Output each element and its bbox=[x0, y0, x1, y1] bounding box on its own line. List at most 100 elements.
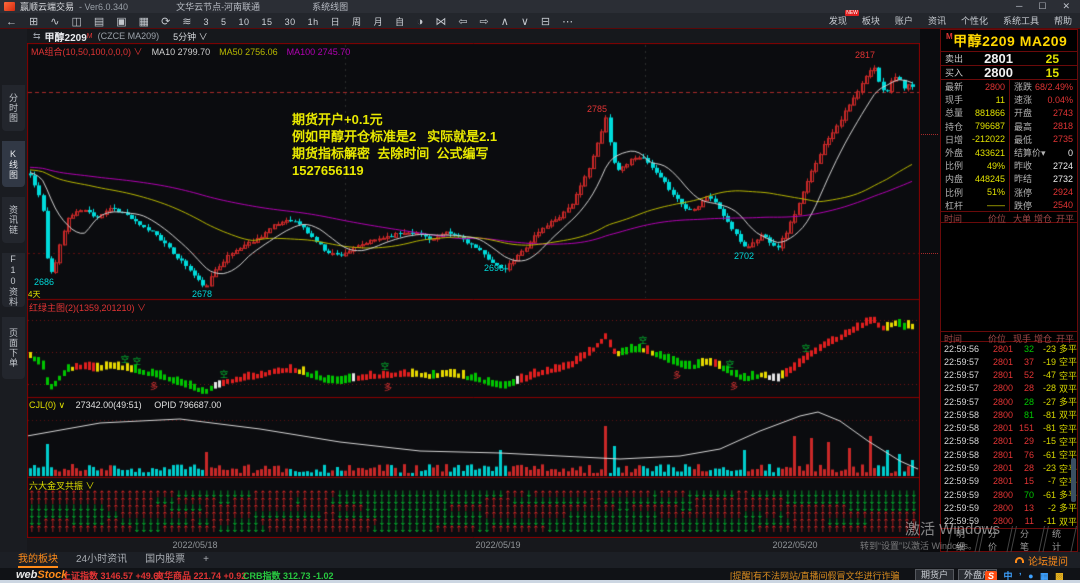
quote-field-value: -212022 bbox=[972, 134, 1005, 144]
new-badge: NEW bbox=[845, 10, 859, 16]
trade-row[interactable]: 22:59:59280070-61多平 bbox=[941, 488, 1077, 501]
period-button-1h[interactable]: 1h bbox=[308, 17, 319, 27]
scrollbar-thumb[interactable] bbox=[1071, 458, 1076, 502]
panel2-indicator-title[interactable]: 红绿主图(2)(1359,201210) ∨ bbox=[29, 301, 146, 314]
contrast-icon[interactable]: ◑ bbox=[417, 16, 424, 28]
window-split-icon[interactable]: ⊟ bbox=[541, 16, 550, 28]
candle-chart-icon[interactable]: ◫ bbox=[71, 16, 81, 28]
compare-icon[interactable]: ⋈ bbox=[435, 16, 446, 28]
tick-trade-list[interactable]: 22:59:56280132-23多平22:59:57280137-19空平22… bbox=[941, 342, 1077, 528]
ma-indicator-row[interactable]: MA组合(10,50,100,0,0,0) ∨ MA10 2799.70 MA50 … bbox=[31, 45, 359, 58]
quote-field-value: 11 bbox=[996, 95, 1005, 105]
panel3-indicator-header[interactable]: CJL(0) ∨ 27342.00(49:51) OPID 796687.00 bbox=[29, 400, 231, 411]
panel3-opid-value: OPID 796687.00 bbox=[154, 400, 221, 410]
contract-name[interactable]: 甲醇2209 bbox=[45, 29, 87, 44]
trade-row[interactable]: 22:59:57280152-47空平 bbox=[941, 369, 1077, 382]
period-corner-label: 4天 bbox=[28, 289, 40, 300]
ma-value-1: MA10 2799.70 bbox=[152, 47, 211, 57]
quote-field-label: 结算价▾ bbox=[1014, 146, 1046, 159]
status-bar: webStock 上证指数 3146.57 +49.60文华商品 221.74 … bbox=[0, 568, 1080, 580]
menu-帮助[interactable]: 帮助 bbox=[1054, 14, 1072, 27]
trade-row[interactable]: 22:59:58280081-81双平 bbox=[941, 408, 1077, 421]
period-button-10[interactable]: 10 bbox=[239, 17, 250, 27]
bottom-tab-+[interactable]: + bbox=[203, 552, 209, 568]
period-button-月[interactable]: 月 bbox=[374, 17, 384, 27]
chart-annotation: 期货开户+0.1元例如甲醇开仓标准是2 实际就是2.1期货指标解密 去除时间 公… bbox=[292, 111, 497, 179]
trade-row[interactable]: 22:59:58280129-15空平 bbox=[941, 435, 1077, 448]
trade-row[interactable]: 22:59:57280137-19空平 bbox=[941, 355, 1077, 368]
zoom-in-icon[interactable]: ∧ bbox=[501, 16, 509, 28]
period-button-3[interactable]: 3 bbox=[204, 17, 210, 27]
trade-row[interactable]: 22:59:56280132-23多平 bbox=[941, 342, 1077, 355]
ma-value-3: MA100 2745.70 bbox=[287, 47, 351, 57]
sidebar-tab-分时图[interactable]: 分时图 bbox=[2, 85, 25, 131]
quote-field-label: 昨结 bbox=[1014, 172, 1032, 185]
multi-window-icon[interactable]: ▤ bbox=[94, 16, 104, 28]
chart-frame-icon[interactable]: ▣ bbox=[116, 16, 126, 28]
period-button-自[interactable]: 自 bbox=[395, 17, 405, 27]
quote-tab-分笔[interactable]: 分笔 bbox=[1010, 526, 1045, 554]
quote-field-value: 448245 bbox=[975, 174, 1005, 184]
windows-activation-watermark: 激活 Windows bbox=[905, 518, 1000, 539]
sidebar-tab-F10资料[interactable]: F10资料 bbox=[2, 253, 25, 307]
arrow-right-icon[interactable]: ⇨ bbox=[480, 16, 489, 28]
period-button-15[interactable]: 15 bbox=[262, 17, 273, 27]
menu-资讯[interactable]: 资讯 bbox=[928, 14, 946, 27]
zoom-out-icon[interactable]: ∨ bbox=[521, 16, 529, 28]
quote-tab-统计[interactable]: 统计 bbox=[1042, 526, 1077, 554]
menu-系统工具[interactable]: 系统工具 bbox=[1003, 14, 1039, 27]
trend-line-icon[interactable]: ∿ bbox=[50, 16, 59, 28]
forum-question-link[interactable]: 论坛提问 bbox=[1015, 553, 1068, 568]
bottom-tab-24小时资讯[interactable]: 24小时资讯 bbox=[76, 552, 127, 568]
quote-field-value: 2800 bbox=[985, 82, 1005, 92]
panel3-indicator-name[interactable]: CJL(0) ∨ bbox=[29, 400, 65, 410]
period-button-日[interactable]: 日 bbox=[331, 17, 341, 27]
ma-value-2: MA50 2756.06 bbox=[219, 47, 278, 57]
period-button-5[interactable]: 5 bbox=[221, 17, 227, 27]
maximize-icon[interactable]: ☐ bbox=[1038, 1, 1046, 12]
minimize-icon[interactable]: ─ bbox=[1016, 1, 1022, 12]
annotation-line: 期货指标解密 去除时间 公式编写 bbox=[292, 145, 497, 162]
annotation-line: 例如甲醇开仓标准是2 实际就是2.1 bbox=[292, 128, 497, 145]
refresh-icon[interactable]: ⟳ bbox=[161, 16, 170, 28]
trade-row[interactable]: 22:59:59280128-23空平 bbox=[941, 461, 1077, 474]
more-icon[interactable]: ⋯ bbox=[562, 16, 573, 28]
bottom-tab-我的板块[interactable]: 我的板块 bbox=[18, 552, 58, 568]
menu-板块[interactable]: 板块 bbox=[862, 14, 880, 27]
ask-row[interactable]: 卖出 2801 25 bbox=[941, 52, 1077, 66]
bid-row[interactable]: 买入 2800 15 bbox=[941, 66, 1077, 80]
period-selector[interactable]: 5分钟 ∨ bbox=[173, 30, 208, 43]
grid-layout-icon[interactable]: ⊞ bbox=[29, 16, 38, 28]
indicator-icon[interactable]: ≋ bbox=[182, 16, 191, 28]
back-icon[interactable]: ← bbox=[6, 16, 17, 28]
price-label-2686: 2686 bbox=[34, 277, 54, 287]
quote-field-label: 总量 bbox=[945, 106, 963, 119]
quote-field-value: 2732 bbox=[1053, 174, 1073, 184]
arrow-left-icon[interactable]: ⇦ bbox=[458, 16, 467, 28]
switch-contract-icon[interactable]: ⇆ bbox=[33, 31, 41, 42]
trade-row[interactable]: 22:59:582801151-81空平 bbox=[941, 422, 1077, 435]
quote-field-value: 2724 bbox=[1053, 161, 1073, 171]
big-order-list bbox=[941, 223, 1077, 332]
trade-row[interactable]: 22:59:58280176-61空平 bbox=[941, 448, 1077, 461]
save-icon[interactable]: ▦ bbox=[139, 16, 149, 28]
menu-账户[interactable]: 账户 bbox=[895, 14, 913, 27]
menu-发现[interactable]: 发现NEW bbox=[829, 14, 847, 27]
period-button-周[interactable]: 周 bbox=[352, 17, 362, 27]
trade-row[interactable]: 22:59:59280013-2多平 bbox=[941, 501, 1077, 514]
bottom-tab-国内股票[interactable]: 国内股票 bbox=[145, 552, 185, 568]
main-contract-flag: M bbox=[946, 32, 953, 41]
panel4-indicator-title[interactable]: 六大金叉共振 ∨ bbox=[29, 479, 95, 492]
trade-row[interactable]: 22:59:59280115-7空平 bbox=[941, 475, 1077, 488]
annotation-line: 期货开户+0.1元 bbox=[292, 111, 497, 128]
trade-row[interactable]: 22:59:57280028-27多平 bbox=[941, 395, 1077, 408]
big-order-list-header: 时间价位大单增仓开平 bbox=[941, 212, 1077, 223]
menu-个性化[interactable]: 个性化 bbox=[961, 14, 988, 27]
ma-combo-label[interactable]: MA组合(10,50,100,0,0,0) ∨ bbox=[31, 47, 143, 57]
close-icon[interactable]: ✕ bbox=[1062, 1, 1070, 12]
trade-row[interactable]: 22:59:57280028-28双平 bbox=[941, 382, 1077, 395]
period-button-30[interactable]: 30 bbox=[285, 17, 296, 27]
sidebar-tab-页面下单[interactable]: 页面下单 bbox=[2, 317, 25, 379]
sidebar-tab-K线图[interactable]: K线图 bbox=[2, 141, 25, 187]
sidebar-tab-资讯链[interactable]: 资讯链 bbox=[2, 197, 25, 243]
